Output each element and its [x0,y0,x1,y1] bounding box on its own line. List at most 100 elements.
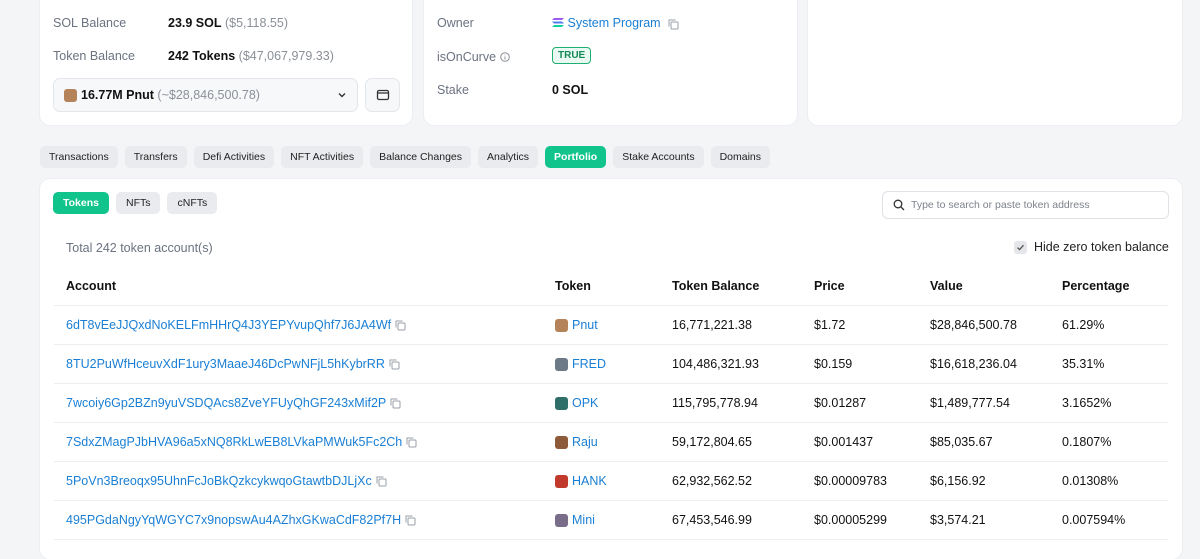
percentage-cell: 0.007594% [1062,513,1126,527]
token-usd: ($47,067,979.33) [238,49,334,63]
table-row: 495PGdaNgyYqWGYC7x9nopswAu4AZhxGKwaCdF82… [54,501,1168,540]
percentage-cell: 61.29% [1062,318,1105,332]
token-link[interactable]: OPK [572,396,598,410]
tab-balance-changes[interactable]: Balance Changes [370,146,472,168]
account-link[interactable]: 495PGdaNgyYqWGYC7x9nopswAu4AZhxGKwaCdF82… [66,513,401,527]
selected-token-usd: (~$28,846,500.78) [157,88,260,102]
token-table: Account Token Token Balance Price Value … [54,267,1168,540]
subtab-cnfts[interactable]: cNFTs [167,192,218,214]
account-link[interactable]: 7SdxZMagPJbHVA96a5xNQ8RkLwEB8LVkaPMWuk5F… [66,435,402,449]
copy-icon[interactable] [406,437,417,448]
copy-icon[interactable] [395,320,406,331]
value-cell: $16,618,236.04 [930,357,1017,371]
table-header: Account Token Token Balance Price Value … [54,267,1168,306]
token-search [882,191,1169,219]
token-link[interactable]: HANK [572,474,607,488]
subtab-nfts[interactable]: NFTs [115,192,161,214]
token-icon [555,357,568,371]
price-cell: $0.00009783 [814,474,887,488]
value-cell: $85,035.67 [930,435,993,449]
hide-zero-label: Hide zero token balance [1034,240,1169,254]
portfolio-subtabs: Tokens NFTs cNFTs [53,192,218,214]
percentage-cell: 0.01308% [1062,474,1119,488]
tab-nft-activities[interactable]: NFT Activities [281,146,364,168]
tab-defi-activities[interactable]: Defi Activities [193,146,275,168]
owner-value: System Program [552,16,679,30]
info-icon[interactable] [499,52,510,62]
account-link[interactable]: 7wcoiy6Gp2BZn9yuVSDQAcs8ZveYFUyQhGF243xM… [66,396,386,410]
copy-icon[interactable] [389,359,400,370]
token-select-dropdown[interactable]: 16.77M Pnut (~$28,846,500.78) [53,78,358,112]
percentage-cell: 3.1652% [1062,396,1112,410]
search-input[interactable] [911,199,1151,211]
pnut-token-icon [64,88,77,102]
table-row: 7SdxZMagPJbHVA96a5xNQ8RkLwEB8LVkaPMWuk5F… [54,423,1168,462]
token-balance-value: 242 Tokens ($47,067,979.33) [168,49,334,63]
chevron-down-icon [338,93,346,98]
price-cell: $0.01287 [814,396,867,410]
account-cell: 5PoVn3Breoqx95UhnFcJoBkQzkcykwqoGtawtbDJ… [66,462,387,500]
subtab-tokens[interactable]: Tokens [53,192,109,214]
balance-card: SOL Balance 23.9 SOL ($5,118.55) Token B… [40,0,412,125]
oncurve-label-text: isOnCurve [437,50,497,64]
tab-analytics[interactable]: Analytics [478,146,539,168]
wallet-button[interactable] [365,78,400,112]
price-cell: $0.00005299 [814,513,887,527]
token-cell: Pnut [555,306,598,344]
hide-zero-checkbox[interactable] [1014,240,1027,254]
percentage-cell: 0.1807% [1062,435,1112,449]
solana-icon [552,18,564,27]
price-cell: $0.001437 [814,435,874,449]
value-cell: $3,574.21 [930,513,986,527]
table-row: 7wcoiy6Gp2BZn9yuVSDQAcs8ZveYFUyQhGF243xM… [54,384,1168,423]
copy-icon[interactable] [405,515,416,526]
token-icon [555,318,568,332]
stake-value: 0 SOL [552,83,588,97]
account-cell: 7SdxZMagPJbHVA96a5xNQ8RkLwEB8LVkaPMWuk5F… [66,423,417,461]
tab-stake-accounts[interactable]: Stake Accounts [613,146,704,168]
value-cell: $6,156.92 [930,474,986,488]
token-link[interactable]: Pnut [572,318,598,332]
copy-icon[interactable] [668,19,679,30]
token-select-label: 16.77M Pnut (~$28,846,500.78) [81,88,260,102]
stake-label: Stake [437,83,469,97]
token-balance-cell: 59,172,804.65 [672,435,752,449]
account-cell: 6dT8vEeJJQxdNoKELFmHHrQ4J3YEPYvupQhf7J6J… [66,306,406,344]
table-body: 6dT8vEeJJQxdNoKELFmHHrQ4J3YEPYvupQhf7J6J… [54,306,1168,540]
header-price: Price [814,279,845,293]
search-icon [893,199,905,211]
copy-icon[interactable] [390,398,401,409]
hide-zero-toggle[interactable]: Hide zero token balance [1014,240,1169,254]
token-link[interactable]: Raju [572,435,598,449]
value-cell: $1,489,777.54 [930,396,1010,410]
account-cell: 495PGdaNgyYqWGYC7x9nopswAu4AZhxGKwaCdF82… [66,501,416,539]
token-icon [555,513,568,527]
price-cell: $0.159 [814,357,853,371]
table-row: 8TU2PuWfHceuvXdF1ury3MaaeJ46DcPwNFjL5hKy… [54,345,1168,384]
token-link[interactable]: Mini [572,513,595,527]
tab-domains[interactable]: Domains [710,146,771,168]
token-cell: HANK [555,462,607,500]
token-link[interactable]: FRED [572,357,606,371]
tab-transfers[interactable]: Transfers [124,146,187,168]
token-icon [555,474,568,488]
tab-portfolio[interactable]: Portfolio [545,146,607,168]
header-token-balance: Token Balance [672,279,760,293]
copy-icon[interactable] [376,476,387,487]
tab-transactions[interactable]: Transactions [40,146,118,168]
percentage-cell: 35.31% [1062,357,1105,371]
account-link[interactable]: 8TU2PuWfHceuvXdF1ury3MaaeJ46DcPwNFjL5hKy… [66,357,385,371]
token-balance-cell: 67,453,546.99 [672,513,752,527]
header-account: Account [66,279,116,293]
account-link[interactable]: 5PoVn3Breoqx95UhnFcJoBkQzkcykwqoGtawtbDJ… [66,474,372,488]
account-cell: 8TU2PuWfHceuvXdF1ury3MaaeJ46DcPwNFjL5hKy… [66,345,400,383]
token-cell: Mini [555,501,595,539]
sol-usd: ($5,118.55) [224,16,288,30]
owner-link[interactable]: System Program [567,16,660,30]
token-balance-cell: 16,771,221.38 [672,318,752,332]
token-balance-cell: 104,486,321.93 [672,357,759,371]
token-balance-cell: 115,795,778.94 [672,396,758,410]
account-link[interactable]: 6dT8vEeJJQxdNoKELFmHHrQ4J3YEPYvupQhf7J6J… [66,318,391,332]
token-balance-cell: 62,932,562.52 [672,474,752,488]
selected-token: 16.77M Pnut [81,88,154,102]
